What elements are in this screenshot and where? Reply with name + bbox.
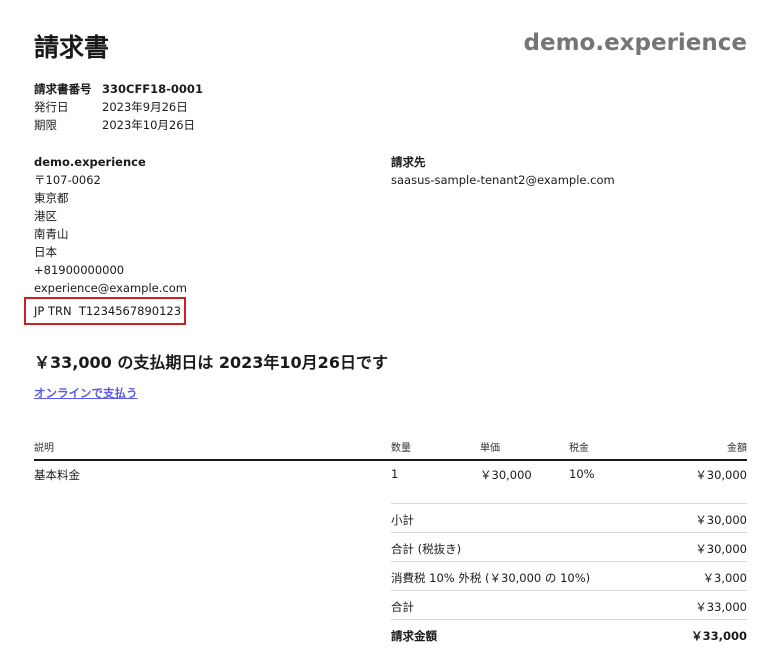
row-unit-price: ￥30,000 [480, 468, 532, 482]
meta-row-issue-date: 発行日 2023年9月26日 [34, 98, 203, 116]
subtotal-value: ￥30,000 [695, 513, 747, 527]
seller-prefecture: 東京都 [34, 191, 69, 205]
seller-email: experience@example.com [34, 281, 187, 295]
seller-area: 南青山 [34, 227, 69, 241]
table-header-rule [34, 459, 747, 461]
row-tax: 10% [569, 467, 595, 481]
meta-value: 330CFF18-0001 [102, 82, 203, 96]
total-excl-tax-label: 合計 (税抜き) [391, 542, 462, 556]
row-quantity: 1 [391, 467, 399, 481]
meta-label: 期限 [34, 118, 57, 132]
due-statement: ￥33,000 の支払期日は 2023年10月26日です [34, 353, 388, 372]
bill-to: 請求先 saasus-sample-tenant2@example.com [391, 153, 615, 189]
amount-due-value: ￥33,000 [691, 629, 747, 643]
summary-divider [391, 561, 747, 562]
seller-city: 港区 [34, 209, 57, 223]
header-description: 説明 [34, 443, 54, 454]
total-excl-tax-value: ￥30,000 [695, 542, 747, 556]
meta-row-due-date: 期限 2023年10月26日 [34, 116, 203, 134]
header-amount: 金額 [727, 443, 747, 454]
seller-address: demo.experience 〒107-0062 東京都 港区 南青山 日本 … [34, 153, 187, 297]
pay-online-link[interactable]: オンラインで支払う [34, 385, 138, 401]
summary-divider [391, 590, 747, 591]
header-quantity: 数量 [391, 443, 411, 454]
invoice-meta: 請求書番号 330CFF18-0001 発行日 2023年9月26日 期限 20… [34, 80, 203, 134]
header-unit-price: 単価 [480, 443, 500, 454]
summary-divider [391, 619, 747, 620]
summary-divider [391, 532, 747, 533]
seller-phone: +81900000000 [34, 263, 125, 277]
header-tax: 税金 [569, 443, 589, 454]
summary-divider [391, 503, 747, 504]
brand-name: demo.experience [523, 30, 748, 56]
seller-name: demo.experience [34, 155, 146, 169]
meta-row-invoice-number: 請求書番号 330CFF18-0001 [34, 80, 203, 98]
meta-label: 発行日 [34, 100, 69, 114]
row-description: 基本料金 [34, 468, 80, 482]
subtotal-label: 小計 [391, 513, 414, 527]
bill-to-email: saasus-sample-tenant2@example.com [391, 173, 615, 187]
consumption-tax-label: 消費税 10% 外税 (￥30,000 の 10%) [391, 571, 591, 585]
bill-to-label: 請求先 [391, 155, 426, 169]
seller-country: 日本 [34, 245, 57, 259]
invoice-title: 請求書 [34, 33, 110, 62]
meta-label: 請求書番号 [34, 82, 92, 96]
seller-postal-code: 〒107-0062 [34, 173, 101, 187]
total-label: 合計 [391, 600, 414, 614]
meta-value: 2023年10月26日 [102, 118, 196, 132]
total-value: ￥33,000 [695, 600, 747, 614]
row-amount: ￥30,000 [695, 468, 747, 482]
consumption-tax-value: ￥3,000 [702, 571, 747, 585]
meta-value: 2023年9月26日 [102, 100, 188, 114]
amount-due-label: 請求金額 [391, 629, 437, 643]
seller-trn: JP TRN T1234567890123 [34, 304, 182, 318]
